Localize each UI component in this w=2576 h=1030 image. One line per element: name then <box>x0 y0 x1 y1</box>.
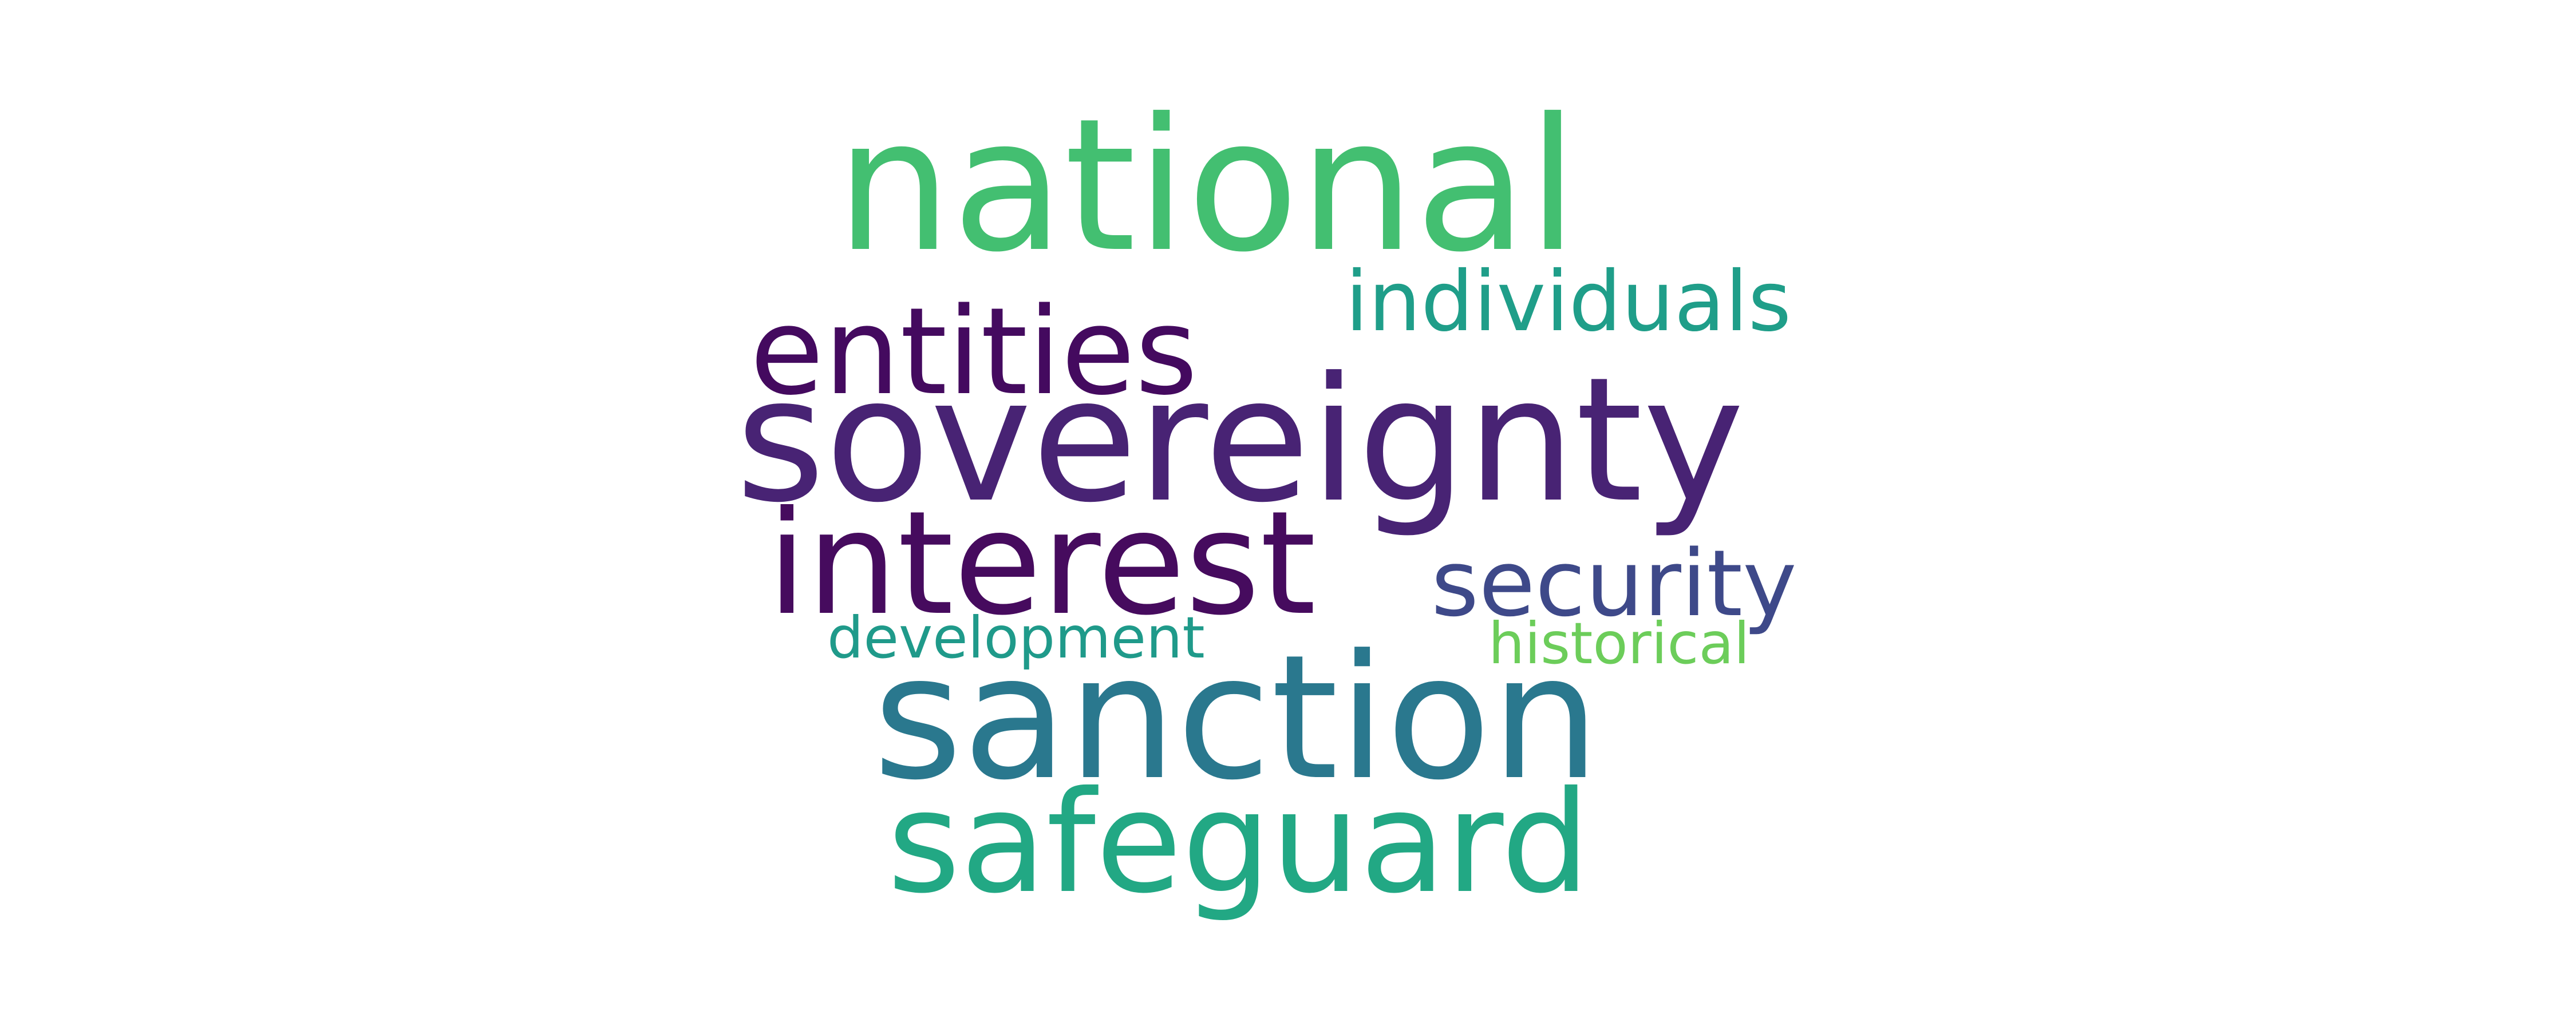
word-individuals: individuals <box>1345 253 1792 350</box>
word-safeguard: safeguard <box>887 761 1590 924</box>
word-cloud: national individuals entities sovereignt… <box>0 0 2576 1030</box>
word-national: national <box>836 80 1578 292</box>
